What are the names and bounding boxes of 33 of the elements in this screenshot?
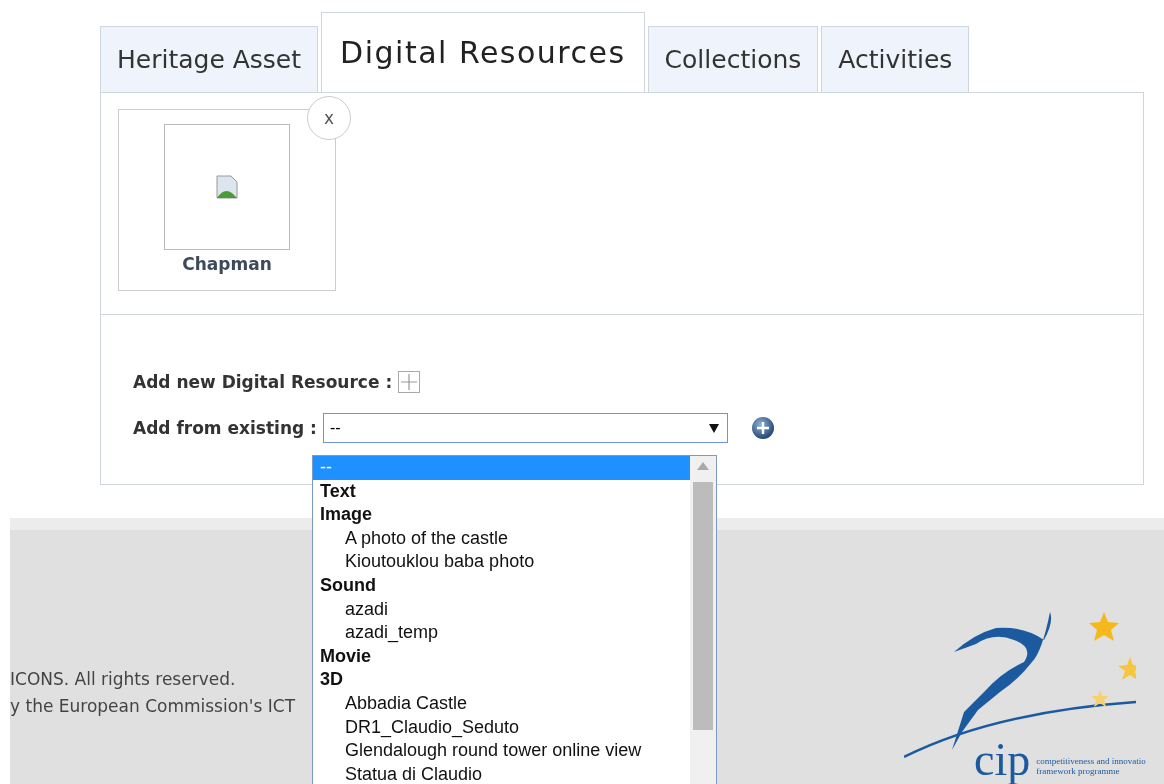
- remove-button[interactable]: x: [307, 96, 351, 140]
- footer-text: y the European Commission's ICT: [10, 695, 296, 718]
- tab[interactable]: Collections: [647, 26, 819, 92]
- logo-caption: competitiveness and innovatio: [1036, 756, 1146, 766]
- option-group-label: Text: [319, 479, 357, 503]
- footer-text: ICONS. All rights reserved.: [10, 668, 237, 691]
- resource-select[interactable]: --: [322, 413, 728, 443]
- resource-name: Chapman: [182, 254, 272, 274]
- tab[interactable]: Activities: [821, 26, 970, 92]
- dropdown-arrow-icon: [708, 423, 719, 433]
- logo-caption: framework programme: [1036, 766, 1121, 776]
- option-group-label: Sound: [319, 573, 377, 597]
- add-icon[interactable]: [398, 371, 421, 393]
- add-new-label: Add new Digital Resource :: [133, 372, 393, 392]
- option-group-label: Movie: [319, 644, 372, 668]
- add-circle-icon[interactable]: [750, 416, 775, 440]
- scrollbar-thumb[interactable]: [693, 482, 713, 730]
- add-existing-label: Add from existing :: [133, 418, 317, 438]
- dropdown-option[interactable]: Statua di Claudio: [313, 762, 690, 784]
- dropdown-option[interactable]: azadi_temp: [313, 621, 690, 645]
- dropdown-option[interactable]: Abbadia Castle: [313, 691, 690, 716]
- option-group-label: Image: [319, 503, 374, 527]
- scrollbar[interactable]: [690, 456, 716, 784]
- dropdown-option[interactable]: A photo of the castle: [313, 526, 690, 551]
- tab[interactable]: Heritage Asset: [100, 26, 319, 92]
- broken-image-icon: [216, 175, 238, 199]
- dropdown-option[interactable]: azadi: [313, 597, 690, 622]
- tab[interactable]: Digital Resources: [321, 12, 645, 92]
- option-group-label: 3D: [319, 668, 344, 692]
- dropdown-option[interactable]: Kioutouklou baba photo: [313, 550, 690, 574]
- dropdown-option[interactable]: DR1_Claudio_Seduto: [313, 715, 690, 740]
- scroll-up-icon[interactable]: [697, 462, 709, 470]
- dropdown-option[interactable]: Glendalough round tower online view: [313, 739, 690, 763]
